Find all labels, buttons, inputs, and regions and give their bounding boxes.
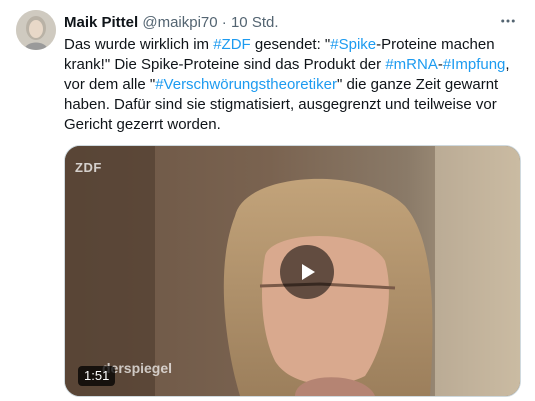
author-handle[interactable]: @maikpi70 — [142, 14, 217, 31]
hashtag-link[interactable]: #ZDF — [213, 36, 251, 53]
more-horizontal-icon — [501, 19, 515, 23]
timestamp[interactable]: 10 Std. — [231, 14, 279, 31]
channel-logo: ZDF — [75, 160, 102, 175]
separator-dot: · — [221, 14, 227, 31]
hashtag-link[interactable]: #Impfung — [443, 56, 506, 73]
tweet-header: Maik Pittel @maikpi70 · 10 Std. — [64, 13, 519, 33]
video-player[interactable]: ZDF derspiegel 1:51 — [64, 145, 521, 397]
avatar[interactable] — [16, 10, 56, 50]
more-options-button[interactable] — [497, 10, 519, 32]
hashtag-link[interactable]: #Verschwörungstheoretiker — [155, 76, 337, 93]
tweet[interactable]: Maik Pittel @maikpi70 · 10 Std. Das wurd… — [0, 0, 535, 401]
tweet-text-segment: Das wurde wirklich im — [64, 36, 214, 53]
author-name[interactable]: Maik Pittel — [64, 14, 138, 31]
hashtag-link[interactable]: #Spike — [330, 36, 376, 53]
tweet-text: Das wurde wirklich im #ZDF gesendet: "#S… — [64, 35, 524, 135]
play-icon — [302, 264, 315, 280]
video-duration: 1:51 — [78, 366, 116, 386]
hashtag-link[interactable]: #mRNA — [385, 56, 438, 73]
tweet-text-segment: gesendet: " — [250, 36, 331, 53]
play-button[interactable] — [280, 245, 334, 299]
avatar-image — [16, 10, 56, 50]
